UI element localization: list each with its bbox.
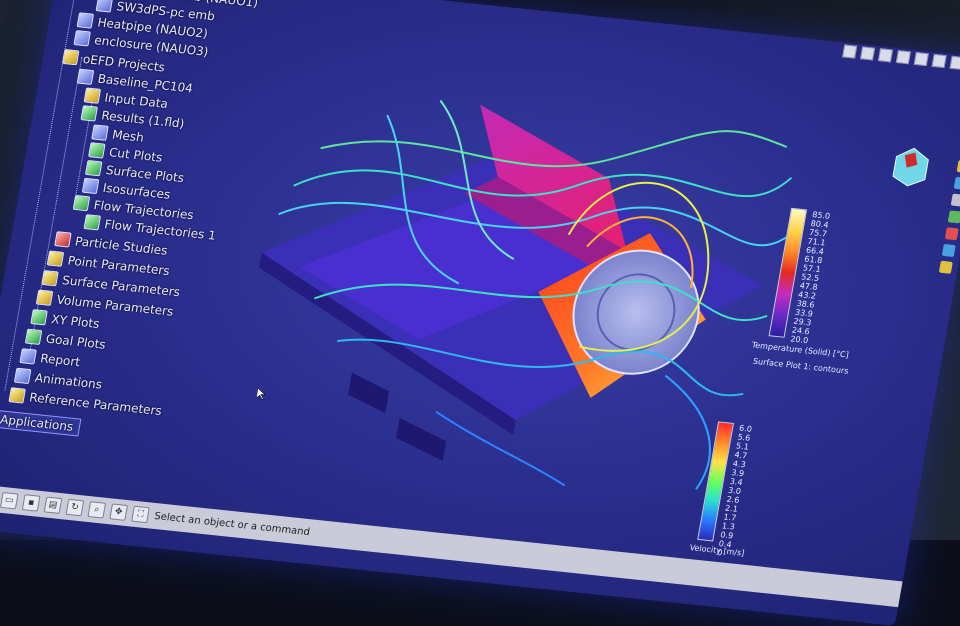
toolbar-button-7[interactable] [949, 56, 960, 70]
toolbar-icon-6[interactable] [957, 160, 960, 173]
toolbar-button-2[interactable] [860, 46, 875, 60]
toolbar-button-6[interactable] [932, 54, 947, 68]
mesh-icon [91, 124, 109, 140]
rotate-icon[interactable]: ↻ [66, 499, 85, 516]
status-bar: □ ▭ ▪ ▤ ↻ ⌕ ✥ ⛶ Select an object or a co… [0, 484, 917, 609]
report-icon [19, 348, 37, 364]
xy-plot-icon [30, 309, 48, 325]
isosurface-icon [82, 178, 100, 194]
part-icon [77, 12, 95, 28]
tree-item-label: Reference Parameters [28, 390, 163, 418]
results-icon [80, 105, 98, 121]
tree-item-label: Report [39, 351, 81, 369]
tree-item-mesh[interactable]: Mesh [91, 124, 145, 144]
connector [396, 418, 446, 461]
toolbar-icon-8[interactable] [951, 194, 960, 207]
toolbar-icon-10[interactable] [945, 227, 959, 240]
tree-item-xy-plots[interactable]: XY Plots [30, 309, 100, 331]
toolbar-icon-12[interactable] [939, 261, 953, 274]
applications-tab-label: Applications [0, 412, 74, 433]
toolbar-button-4[interactable] [896, 50, 911, 64]
save-icon[interactable]: ▪ [22, 494, 41, 511]
volume-parameters-icon [36, 290, 54, 306]
toolbar-icon-7[interactable] [954, 177, 960, 190]
toolbar-button-3[interactable] [878, 48, 893, 62]
reference-parameters-icon [8, 387, 26, 403]
tree-item-label: XY Plots [50, 312, 100, 331]
projects-icon [62, 49, 80, 65]
animation-icon [14, 368, 32, 384]
open-folder-icon[interactable]: ▭ [0, 492, 19, 509]
tree-item-label: Cut Plots [108, 145, 164, 164]
status-text: Select an object or a command [153, 510, 310, 537]
view-orientation-cube[interactable] [883, 140, 939, 192]
surface-plot-icon [85, 160, 103, 176]
toolbar-button-1[interactable] [842, 44, 857, 58]
print-icon[interactable]: ▤ [44, 497, 63, 514]
particle-study-icon [54, 231, 72, 247]
surface-parameters-icon [41, 270, 59, 286]
toolbar-button-5[interactable] [914, 52, 929, 66]
tree-item-label: Animations [34, 370, 104, 391]
flow-trajectory-icon [73, 195, 91, 211]
temperature-tick-label: 20.0 [790, 334, 809, 345]
cad-application-window: SW3dPS-pc emb (NAUO1) SW3dPS-pc emb Heat… [0, 0, 960, 626]
tree-item-report[interactable]: Report [19, 348, 81, 369]
tree-item-label: Goal Plots [45, 331, 107, 351]
pan-icon[interactable]: ✥ [109, 503, 128, 520]
project-icon [77, 69, 95, 85]
toolbar-icon-11[interactable] [942, 244, 956, 257]
input-data-icon [84, 87, 102, 103]
tree-item-goal-plots[interactable]: Goal Plots [25, 329, 107, 352]
toolbar-icon-9[interactable] [948, 210, 960, 223]
part-icon [96, 0, 114, 13]
applications-tab[interactable]: Applications [0, 410, 82, 437]
zoom-icon[interactable]: ⌕ [87, 501, 106, 518]
cut-plot-icon [88, 142, 106, 158]
goal-plot-icon [25, 329, 43, 345]
tree-item-label: Mesh [111, 127, 145, 144]
flow-trajectory-icon [83, 214, 101, 230]
part-icon [73, 30, 91, 46]
fit-view-icon[interactable]: ⛶ [131, 506, 150, 523]
connector [348, 373, 389, 413]
point-parameters-icon [47, 250, 65, 266]
